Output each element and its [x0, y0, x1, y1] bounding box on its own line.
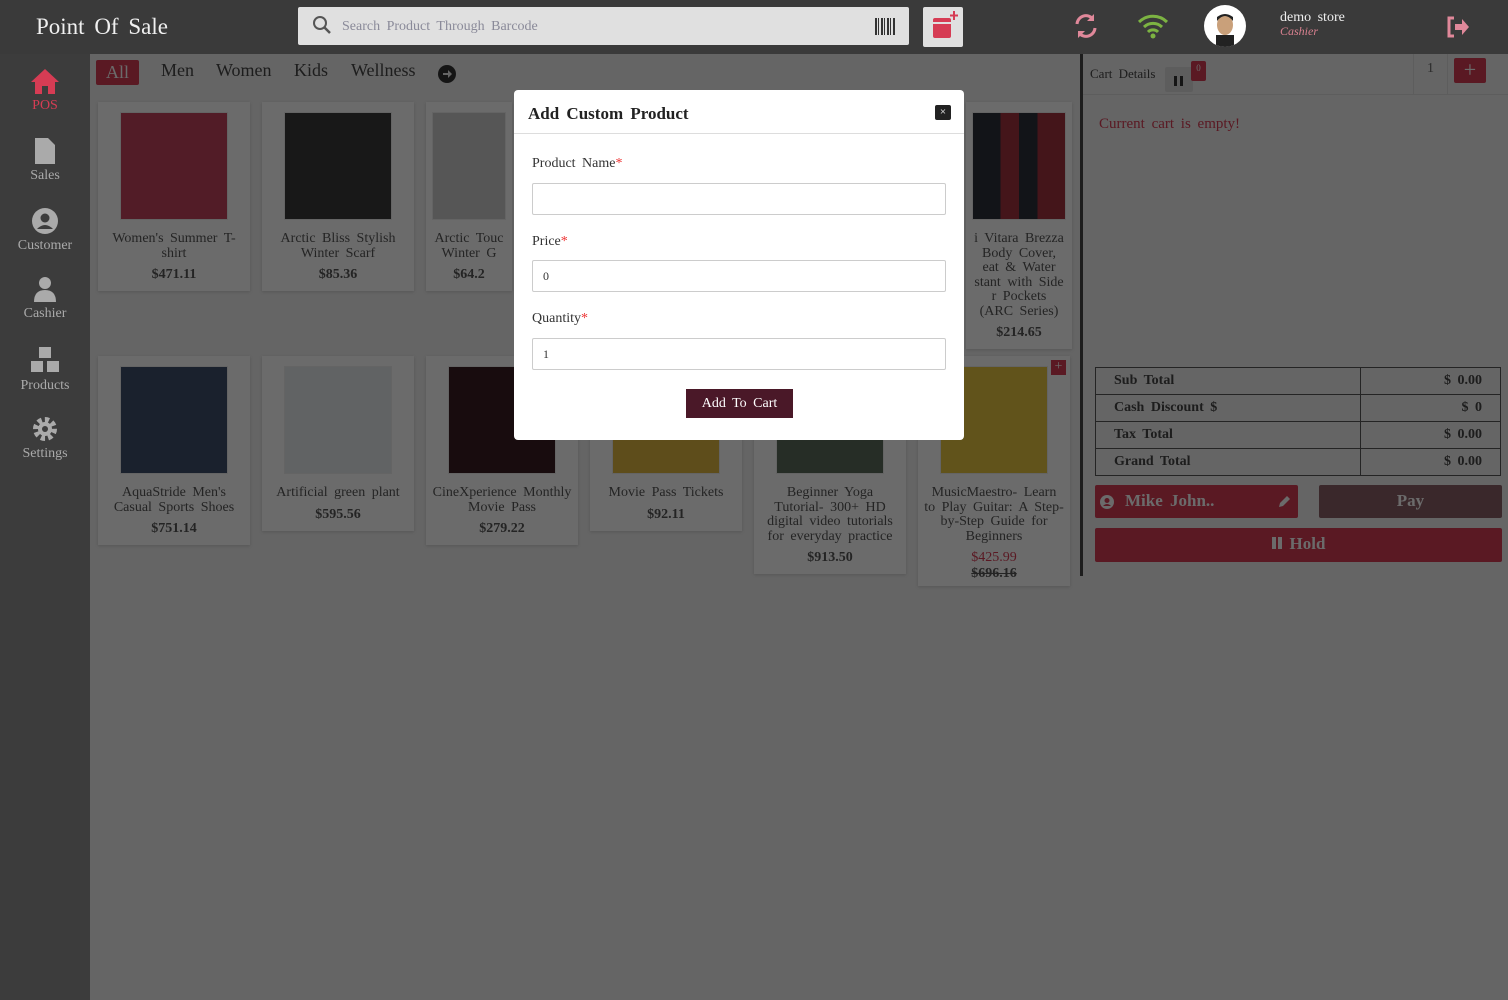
sidebar-item-pos[interactable]: POS — [0, 68, 90, 114]
search-icon — [313, 16, 331, 34]
product-card[interactable]: Women's Summer T-shirt $471.11 — [98, 102, 250, 291]
cubes-icon — [31, 347, 59, 372]
new-cart-button[interactable]: + — [1454, 58, 1486, 83]
header: Point Of Sale demo store Cashier — [0, 0, 1508, 54]
tab-kids[interactable]: Kids — [294, 60, 328, 81]
pencil-icon[interactable] — [1277, 494, 1292, 509]
user-circle-icon — [1100, 495, 1114, 509]
totals-table: Sub Total $ 0.00 Cash Discount $ $ 0 Tax T… — [1095, 367, 1501, 476]
user-role: Cashier — [1280, 24, 1319, 38]
product-name-input[interactable] — [532, 183, 946, 215]
add-custom-product-button[interactable] — [923, 7, 963, 47]
pause-icon — [1174, 76, 1183, 86]
product-card[interactable]: i Vitara Brezza Body Cover, eat & Water … — [966, 102, 1072, 349]
product-name-label: Product Name* — [532, 156, 623, 171]
file-icon — [35, 138, 55, 164]
sidebar-item-sales[interactable]: Sales — [0, 138, 90, 184]
pay-button[interactable]: Pay — [1319, 485, 1502, 518]
sidebar-item-customer[interactable]: Customer — [0, 208, 90, 254]
divider — [514, 133, 964, 134]
sidebar-item-settings[interactable]: Settings — [0, 416, 90, 462]
home-icon — [31, 69, 59, 94]
tab-all[interactable]: All — [96, 60, 140, 85]
product-image — [120, 366, 228, 474]
modal-title: Add Custom Product — [528, 104, 689, 123]
price-input[interactable] — [532, 260, 946, 292]
refresh-icon[interactable] — [1073, 12, 1099, 40]
barcode-search[interactable] — [298, 7, 909, 45]
table-row: Cash Discount $ $ 0 — [1095, 394, 1501, 422]
add-to-cart-button[interactable]: Add To Cart — [686, 389, 793, 418]
product-image — [284, 112, 392, 220]
table-row: Grand Total $ 0.00 — [1095, 448, 1501, 476]
held-count-badge: 0 — [1191, 61, 1206, 81]
product-image — [972, 112, 1066, 220]
product-card[interactable]: Arctic Touc Winter G $64.2 — [426, 102, 512, 291]
app-title: Point Of Sale — [36, 14, 168, 39]
sidebar-item-cashier[interactable]: Cashier — [0, 276, 90, 322]
table-row: Sub Total $ 0.00 — [1095, 367, 1501, 395]
customer-select-button[interactable]: Mike John.. — [1095, 485, 1298, 518]
quantity-label: Quantity* — [532, 311, 588, 326]
gear-icon — [33, 417, 57, 441]
table-row: Tax Total $ 0.00 — [1095, 421, 1501, 449]
product-image — [120, 112, 228, 220]
wifi-icon — [1137, 14, 1169, 39]
quantity-input[interactable] — [532, 338, 946, 370]
cart-panel: Cart Details 0 1 + Current cart is empty… — [1080, 54, 1508, 576]
product-card[interactable]: AquaStride Men's Casual Sports Shoes $751… — [98, 356, 250, 545]
empty-cart-message: Current cart is empty! — [1099, 116, 1241, 132]
pause-icon — [1271, 537, 1282, 549]
sidebar-item-products[interactable]: Products — [0, 346, 90, 394]
close-button[interactable]: × — [935, 105, 951, 120]
held-orders-button[interactable] — [1165, 67, 1193, 92]
custom-product-icon — [933, 11, 958, 38]
search-input[interactable] — [342, 15, 862, 39]
add-custom-product-modal: Add Custom Product × Product Name* Price… — [514, 90, 964, 440]
tab-women[interactable]: Women — [216, 60, 272, 81]
user-icon — [34, 277, 56, 302]
product-image — [284, 366, 392, 474]
cart-tab[interactable]: 1 — [1413, 54, 1448, 95]
product-card[interactable]: Artificial green plant $595.56 — [262, 356, 414, 531]
price-label: Price* — [532, 234, 568, 249]
arrow-right-circle-icon[interactable] — [438, 65, 456, 83]
product-card[interactable]: Arctic Bliss Stylish Winter Scarf $85.36 — [262, 102, 414, 291]
barcode-icon[interactable] — [875, 18, 895, 35]
logout-icon[interactable] — [1446, 16, 1470, 38]
user-circle-icon — [32, 208, 58, 234]
cart-title: Cart Details — [1090, 66, 1156, 81]
sidebar: POS Sales Customer Cashier Products Sett… — [0, 54, 90, 1000]
avatar[interactable] — [1204, 5, 1246, 47]
hold-button[interactable]: Hold — [1095, 528, 1502, 562]
add-to-cart-icon[interactable]: + — [1051, 360, 1066, 375]
cart-header: Cart Details 0 1 + — [1083, 54, 1508, 95]
product-image — [432, 112, 506, 220]
tab-wellness[interactable]: Wellness — [351, 60, 416, 81]
tab-men[interactable]: Men — [161, 60, 194, 81]
